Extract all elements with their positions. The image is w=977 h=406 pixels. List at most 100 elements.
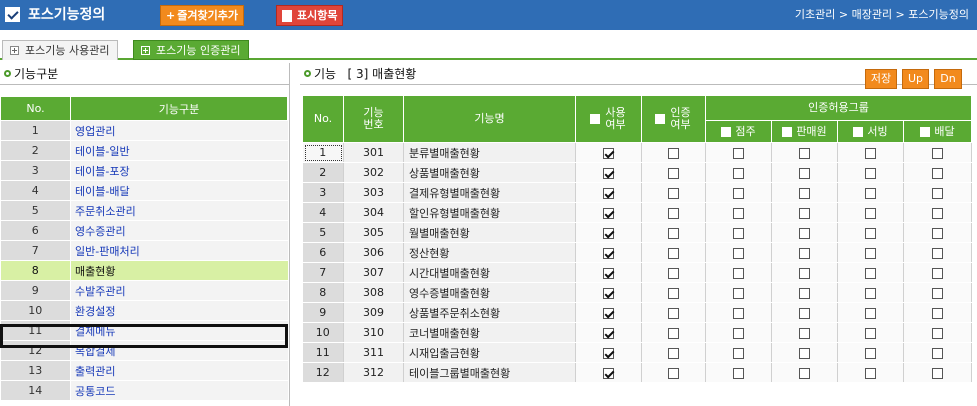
owner-checkbox[interactable] — [733, 167, 744, 179]
tab-pos-auth[interactable]: 포스기능 인증관리 — [133, 40, 250, 60]
category-name[interactable]: 환경설정 — [70, 300, 288, 321]
serving-checkbox[interactable] — [865, 287, 876, 299]
use-checkbox[interactable] — [603, 167, 614, 179]
use-checkbox[interactable] — [603, 187, 614, 199]
category-row[interactable]: 11 결제메뉴 — [0, 320, 288, 341]
owner-checkbox[interactable] — [733, 187, 744, 199]
select-all-serving-checkbox[interactable] — [853, 126, 864, 137]
category-name[interactable]: 매출현황 — [70, 260, 288, 281]
select-all-use-checkbox[interactable] — [589, 114, 600, 124]
category-name[interactable]: 테이블-포장 — [70, 160, 288, 181]
delivery-checkbox[interactable] — [932, 247, 944, 259]
cert-checkbox[interactable] — [668, 367, 679, 379]
seller-checkbox[interactable] — [799, 367, 810, 379]
function-row[interactable]: 4 304 할인유형별매출현황 — [302, 202, 973, 223]
cert-checkbox[interactable] — [668, 187, 679, 199]
delivery-checkbox[interactable] — [932, 347, 944, 359]
category-name[interactable]: 테이블-일반 — [70, 140, 288, 161]
display-items-button[interactable]: 표시항목 — [276, 5, 344, 26]
owner-checkbox[interactable] — [733, 347, 744, 359]
move-down-button[interactable]: Dn — [934, 69, 962, 89]
seller-checkbox[interactable] — [799, 187, 810, 199]
function-row[interactable]: 8 308 영수증별매출현황 — [302, 282, 973, 303]
category-name[interactable]: 출력관리 — [70, 360, 288, 381]
function-row[interactable]: 9 309 상품별주문취소현황 — [302, 302, 973, 323]
cert-checkbox[interactable] — [668, 327, 679, 339]
delivery-checkbox[interactable] — [932, 367, 944, 379]
serving-checkbox[interactable] — [865, 227, 876, 239]
delivery-checkbox[interactable] — [932, 227, 944, 239]
category-row[interactable]: 8 매출현황 — [0, 260, 288, 281]
category-name[interactable]: 공통코드 — [70, 380, 288, 401]
function-row[interactable]: 11 311 시재입출금현황 — [302, 342, 973, 363]
use-checkbox[interactable] — [603, 367, 614, 379]
seller-checkbox[interactable] — [799, 267, 810, 279]
owner-checkbox[interactable] — [733, 327, 744, 339]
cert-checkbox[interactable] — [668, 147, 679, 159]
owner-checkbox[interactable] — [733, 287, 744, 299]
category-row[interactable]: 12 복합결제 — [0, 340, 288, 361]
cert-checkbox[interactable] — [668, 227, 679, 239]
serving-checkbox[interactable] — [865, 147, 876, 159]
use-checkbox[interactable] — [603, 327, 614, 339]
function-row[interactable]: 3 303 결제유형별매출현황 — [302, 182, 973, 203]
category-name[interactable]: 영수증관리 — [70, 220, 288, 241]
cert-checkbox[interactable] — [668, 207, 679, 219]
category-row[interactable]: 7 일반-판매처리 — [0, 240, 288, 261]
serving-checkbox[interactable] — [865, 347, 876, 359]
cert-checkbox[interactable] — [668, 247, 679, 259]
delivery-checkbox[interactable] — [932, 167, 944, 179]
delivery-checkbox[interactable] — [932, 147, 944, 159]
function-row[interactable]: 1 301 분류별매출현황 — [302, 142, 973, 163]
cert-checkbox[interactable] — [668, 307, 679, 319]
category-name[interactable]: 수발주관리 — [70, 280, 288, 301]
owner-checkbox[interactable] — [733, 227, 744, 239]
seller-checkbox[interactable] — [799, 207, 810, 219]
seller-checkbox[interactable] — [799, 347, 810, 359]
serving-checkbox[interactable] — [865, 267, 876, 279]
function-row[interactable]: 10 310 코너별매출현황 — [302, 322, 973, 343]
function-row[interactable]: 5 305 월별매출현황 — [302, 222, 973, 243]
use-checkbox[interactable] — [603, 287, 614, 299]
use-checkbox[interactable] — [603, 267, 614, 279]
owner-checkbox[interactable] — [733, 367, 744, 379]
use-checkbox[interactable] — [603, 247, 614, 259]
owner-checkbox[interactable] — [733, 247, 744, 259]
seller-checkbox[interactable] — [799, 147, 810, 159]
use-checkbox[interactable] — [603, 207, 614, 219]
category-name[interactable]: 테이블-배달 — [70, 180, 288, 201]
cert-checkbox[interactable] — [668, 167, 679, 179]
delivery-checkbox[interactable] — [932, 327, 944, 339]
select-all-seller-checkbox[interactable] — [782, 126, 793, 137]
function-row[interactable]: 6 306 정산현황 — [302, 242, 973, 263]
serving-checkbox[interactable] — [865, 187, 876, 199]
seller-checkbox[interactable] — [799, 247, 810, 259]
use-checkbox[interactable] — [603, 147, 614, 159]
serving-checkbox[interactable] — [865, 307, 876, 319]
delivery-checkbox[interactable] — [932, 187, 944, 199]
save-button[interactable]: 저장 — [865, 69, 897, 89]
category-name[interactable]: 복합결제 — [70, 340, 288, 361]
function-row[interactable]: 2 302 상품별매출현황 — [302, 162, 973, 183]
tab-pos-usage[interactable]: 포스기능 사용관리 — [2, 40, 119, 60]
serving-checkbox[interactable] — [865, 247, 876, 259]
use-checkbox[interactable] — [603, 307, 614, 319]
select-all-delivery-checkbox[interactable] — [920, 126, 931, 137]
function-row[interactable]: 12 312 테이블그룹별매출현황 — [302, 362, 973, 383]
move-up-button[interactable]: Up — [902, 69, 929, 89]
use-checkbox[interactable] — [603, 347, 614, 359]
category-name[interactable]: 결제메뉴 — [70, 320, 288, 341]
category-row[interactable]: 4 테이블-배달 — [0, 180, 288, 201]
owner-checkbox[interactable] — [733, 267, 744, 279]
serving-checkbox[interactable] — [865, 367, 876, 379]
delivery-checkbox[interactable] — [932, 267, 944, 279]
select-all-owner-checkbox[interactable] — [721, 126, 732, 137]
serving-checkbox[interactable] — [865, 167, 876, 179]
add-favorite-button[interactable]: + 즐겨찾기추가 — [160, 5, 244, 26]
delivery-checkbox[interactable] — [932, 207, 944, 219]
category-row[interactable]: 13 출력관리 — [0, 360, 288, 381]
owner-checkbox[interactable] — [733, 207, 744, 219]
select-all-cert-checkbox[interactable] — [654, 114, 665, 124]
category-row[interactable]: 5 주문취소관리 — [0, 200, 288, 221]
cert-checkbox[interactable] — [668, 287, 679, 299]
